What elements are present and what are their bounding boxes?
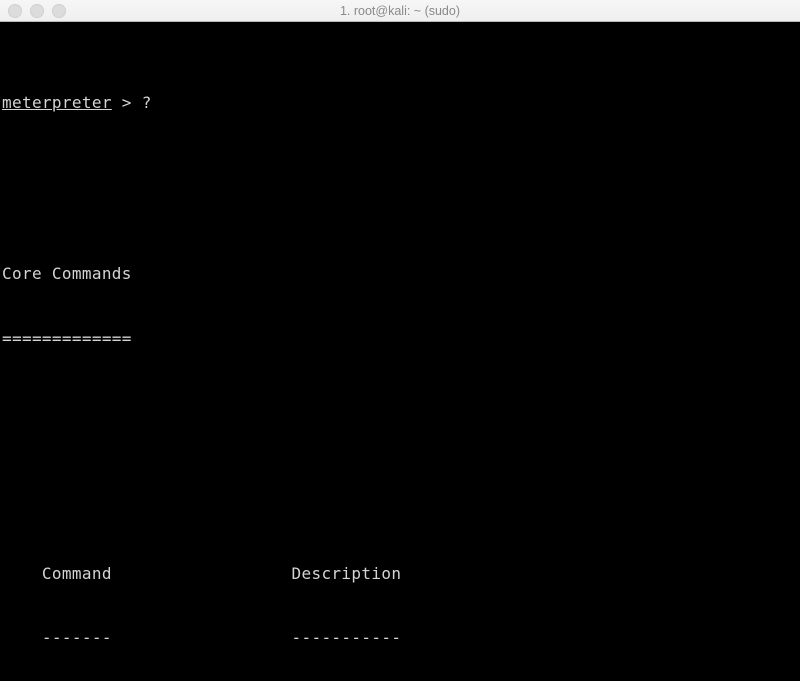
- table-header-rule-row: ------- -----------: [2, 628, 402, 648]
- prompt-host-label: meterpreter: [2, 93, 112, 113]
- prompt-symbol-char: >: [121, 93, 132, 113]
- title-bar[interactable]: 1. root@kali: ~ (sudo): [0, 0, 800, 22]
- terminal-window: 1. root@kali: ~ (sudo) meterpreter > ? C…: [0, 0, 800, 681]
- prompt-symbol: [112, 93, 122, 112]
- terminal-output[interactable]: meterpreter > ? Core Commands ==========…: [0, 22, 800, 681]
- prompt-line: meterpreter > ?: [0, 92, 800, 113]
- section-heading-rule: =============: [2, 328, 132, 348]
- minimize-button-icon[interactable]: [30, 3, 44, 18]
- close-button-icon[interactable]: [8, 3, 22, 18]
- table-header-row: Command Description: [2, 564, 402, 584]
- zoom-button-icon[interactable]: [52, 3, 66, 18]
- prompt-command: ?: [141, 93, 152, 113]
- section-heading: Core Commands: [2, 264, 132, 284]
- window-title: 1. root@kali: ~ (sudo): [339, 3, 461, 18]
- window-controls: [0, 3, 66, 18]
